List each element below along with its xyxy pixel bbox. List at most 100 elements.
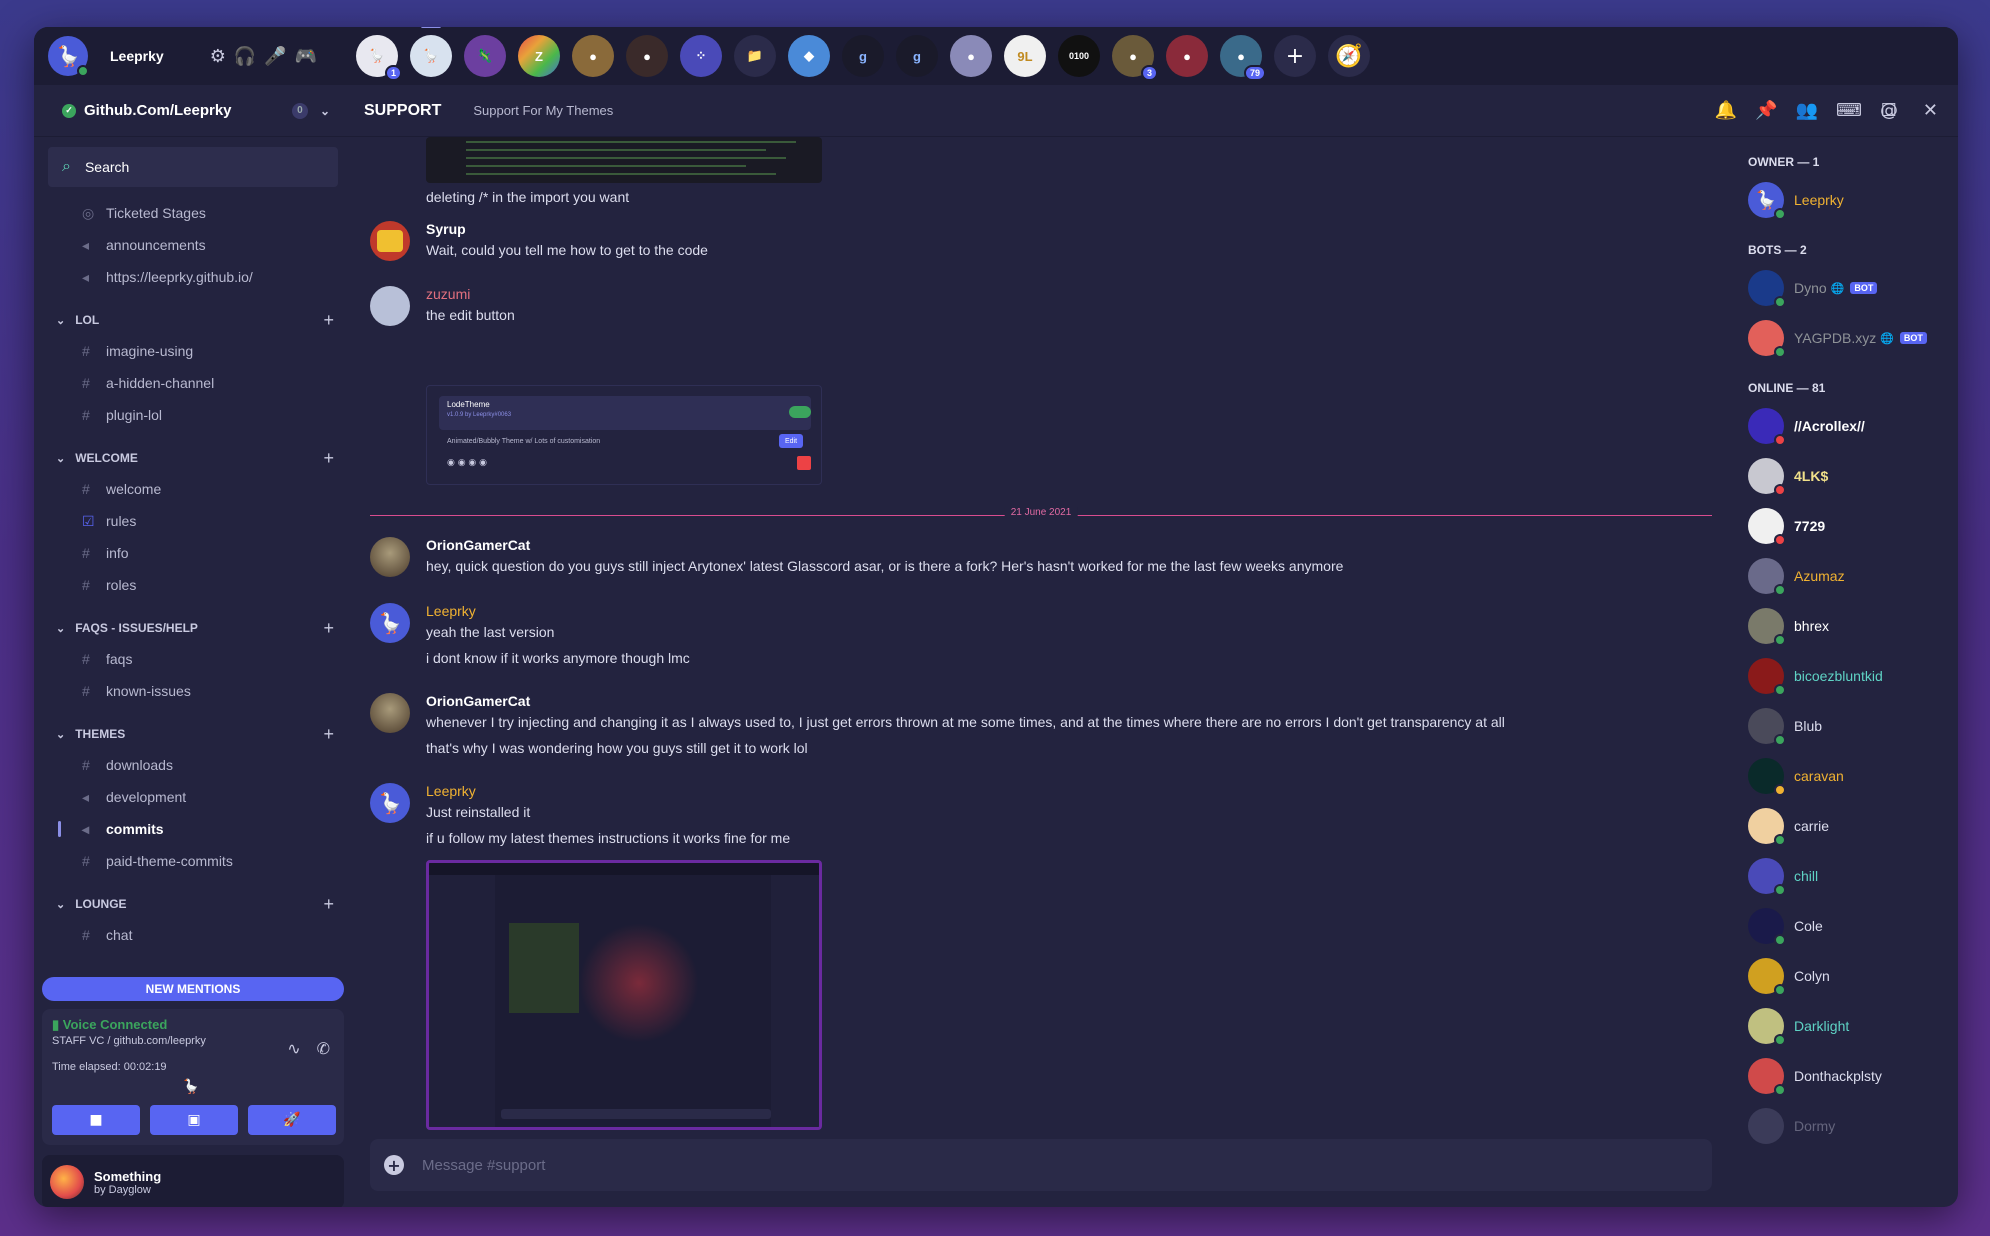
category-faqs[interactable]: ⌄ FAQS - ISSUES/HELP + — [46, 613, 352, 643]
channel-item[interactable]: ☑ rules — [46, 505, 352, 537]
member-item[interactable]: bicoezbluntkid — [1748, 651, 1958, 701]
member-item[interactable]: bhrex — [1748, 601, 1958, 651]
guild-header[interactable]: ✓ Github.Com/Leeprky 0 ⌄ — [34, 102, 344, 119]
search-input[interactable]: ⌕ Search — [48, 147, 338, 187]
server-icon[interactable]: Z — [518, 35, 560, 77]
screen-share-button[interactable]: ▣ — [150, 1105, 238, 1135]
explore-compass-icon[interactable]: 🧭 — [1328, 35, 1370, 77]
channel-item[interactable]: ◎ Ticketed Stages — [46, 197, 352, 229]
channel-item[interactable]: ◂ https://leeprky.github.io/ — [46, 261, 352, 293]
video-button[interactable]: ■ — [52, 1105, 140, 1135]
channel-item[interactable]: # a-hidden-channel — [46, 367, 352, 399]
now-playing[interactable]: Something by Dayglow — [42, 1155, 344, 1207]
channel-item[interactable]: ◂ development — [46, 781, 352, 813]
close-icon[interactable]: ✕ — [1923, 100, 1938, 121]
channel-item[interactable]: # known-issues — [46, 675, 352, 707]
server-icon[interactable]: 9L — [1004, 35, 1046, 77]
server-icon[interactable]: 0100 — [1058, 35, 1100, 77]
channel-item[interactable]: # faqs — [46, 643, 352, 675]
add-server-plus-icon[interactable]: + — [1274, 35, 1316, 77]
channel-item[interactable]: # paid-theme-commits — [46, 845, 352, 877]
server-icon[interactable]: ● — [626, 35, 668, 77]
server-icon[interactable]: ● 79 — [1220, 35, 1266, 81]
member-item[interactable]: Dyno 🌐 BOT — [1748, 263, 1958, 313]
add-channel-plus-icon[interactable]: + — [323, 618, 334, 639]
member-item[interactable]: carrie — [1748, 801, 1958, 851]
gamepad-icon[interactable]: 🎮 — [295, 46, 317, 67]
category-themes[interactable]: ⌄ THEMES + — [46, 719, 352, 749]
avatar[interactable] — [370, 286, 410, 326]
message-author[interactable]: OrionGamerCat — [426, 537, 1343, 553]
channel-item[interactable]: # roles — [46, 569, 352, 601]
server-icon[interactable]: ● — [950, 35, 992, 77]
member-item[interactable]: 4LK$ — [1748, 451, 1958, 501]
member-item[interactable]: Azumaz — [1748, 551, 1958, 601]
avatar[interactable]: 🪿 — [370, 603, 410, 643]
avatar[interactable] — [370, 537, 410, 577]
attach-plus-icon[interactable]: + — [384, 1155, 404, 1175]
server-icon[interactable]: ◆ — [788, 35, 830, 77]
server-icon[interactable]: g — [842, 35, 884, 77]
server-icon[interactable]: g — [896, 35, 938, 77]
new-mentions-button[interactable]: NEW MENTIONS — [42, 977, 344, 1001]
code-screenshot-attachment[interactable] — [426, 137, 822, 183]
category-lounge[interactable]: ⌄ LOUNGE + — [46, 889, 352, 919]
server-icon[interactable]: ● — [1166, 35, 1208, 77]
maximize-icon[interactable]: ☐ — [1881, 100, 1897, 121]
member-item[interactable]: Dormy — [1748, 1101, 1958, 1151]
minimize-icon[interactable]: — — [1837, 100, 1855, 121]
message-input[interactable] — [422, 1156, 1322, 1174]
message-author[interactable]: Leeprky — [426, 783, 790, 799]
user-avatar[interactable]: 🪿 — [48, 36, 89, 77]
disconnect-icon[interactable]: ✆ — [317, 1039, 330, 1058]
chevron-down-icon[interactable]: ⌄ — [320, 104, 330, 118]
add-channel-plus-icon[interactable]: + — [323, 448, 334, 469]
plugin-screenshot-attachment[interactable]: LodeTheme v1.0.9 by Leeprky#0063 Animate… — [426, 385, 822, 485]
avatar[interactable]: 🪿 — [370, 783, 410, 823]
members-icon[interactable]: 👥 — [1796, 100, 1818, 121]
channel-item[interactable]: # downloads — [46, 749, 352, 781]
noise-suppression-icon[interactable]: ∿ — [287, 1039, 300, 1058]
server-icon[interactable]: 🦎 — [464, 35, 506, 77]
pin-icon[interactable]: 📌 — [1755, 100, 1777, 121]
channel-item[interactable]: ◂ announcements — [46, 229, 352, 261]
member-item[interactable]: 🪿 Leeprky — [1748, 175, 1958, 225]
category-lol[interactable]: ⌄ LOL + — [46, 305, 352, 335]
add-channel-plus-icon[interactable]: + — [323, 310, 334, 331]
microphone-icon[interactable]: 🎤 — [264, 46, 286, 67]
category-welcome[interactable]: ⌄ WELCOME + — [46, 443, 352, 473]
member-item[interactable]: chill — [1748, 851, 1958, 901]
member-item[interactable]: YAGPDB.xyz 🌐 BOT — [1748, 313, 1958, 363]
message-author[interactable]: zuzumi — [426, 286, 515, 302]
member-item[interactable]: Donthackplsty — [1748, 1051, 1958, 1101]
server-icon[interactable]: ⁘ — [680, 35, 722, 77]
activity-button[interactable]: 🚀 — [248, 1105, 336, 1135]
add-channel-plus-icon[interactable]: + — [323, 724, 334, 745]
member-item[interactable]: Darklight — [1748, 1001, 1958, 1051]
member-item[interactable]: Blub — [1748, 701, 1958, 751]
message-author[interactable]: OrionGamerCat — [426, 693, 1505, 709]
server-icon[interactable]: 🪿 1 — [356, 35, 402, 81]
channel-item[interactable]: # plugin-lol — [46, 399, 352, 431]
channel-item[interactable]: # imagine-using — [46, 335, 352, 367]
channel-item[interactable]: # chat — [46, 919, 352, 951]
channel-item[interactable]: # welcome — [46, 473, 352, 505]
avatar[interactable] — [370, 693, 410, 733]
channel-item[interactable]: # info — [46, 537, 352, 569]
headphones-icon[interactable]: 🎧 — [234, 46, 256, 67]
message-author[interactable]: Leeprky — [426, 603, 690, 619]
message-author[interactable]: Syrup — [426, 221, 708, 237]
channel-item-active[interactable]: ◂ commits — [46, 813, 352, 845]
bell-icon[interactable]: 🔔 — [1715, 100, 1737, 121]
member-item[interactable]: 7729 — [1748, 501, 1958, 551]
server-icon[interactable]: ● — [572, 35, 614, 77]
member-item[interactable]: Cole — [1748, 901, 1958, 951]
settings-gear-icon[interactable]: ⚙ — [210, 46, 226, 67]
server-icon[interactable]: 🪿 — [410, 27, 452, 77]
discord-screenshot-attachment[interactable] — [426, 860, 822, 1130]
member-item[interactable]: //Acrollex// — [1748, 401, 1958, 451]
server-icon[interactable]: ● 3 — [1112, 35, 1158, 81]
member-item[interactable]: Colyn — [1748, 951, 1958, 1001]
add-channel-plus-icon[interactable]: + — [323, 894, 334, 915]
member-item[interactable]: caravan — [1748, 751, 1958, 801]
